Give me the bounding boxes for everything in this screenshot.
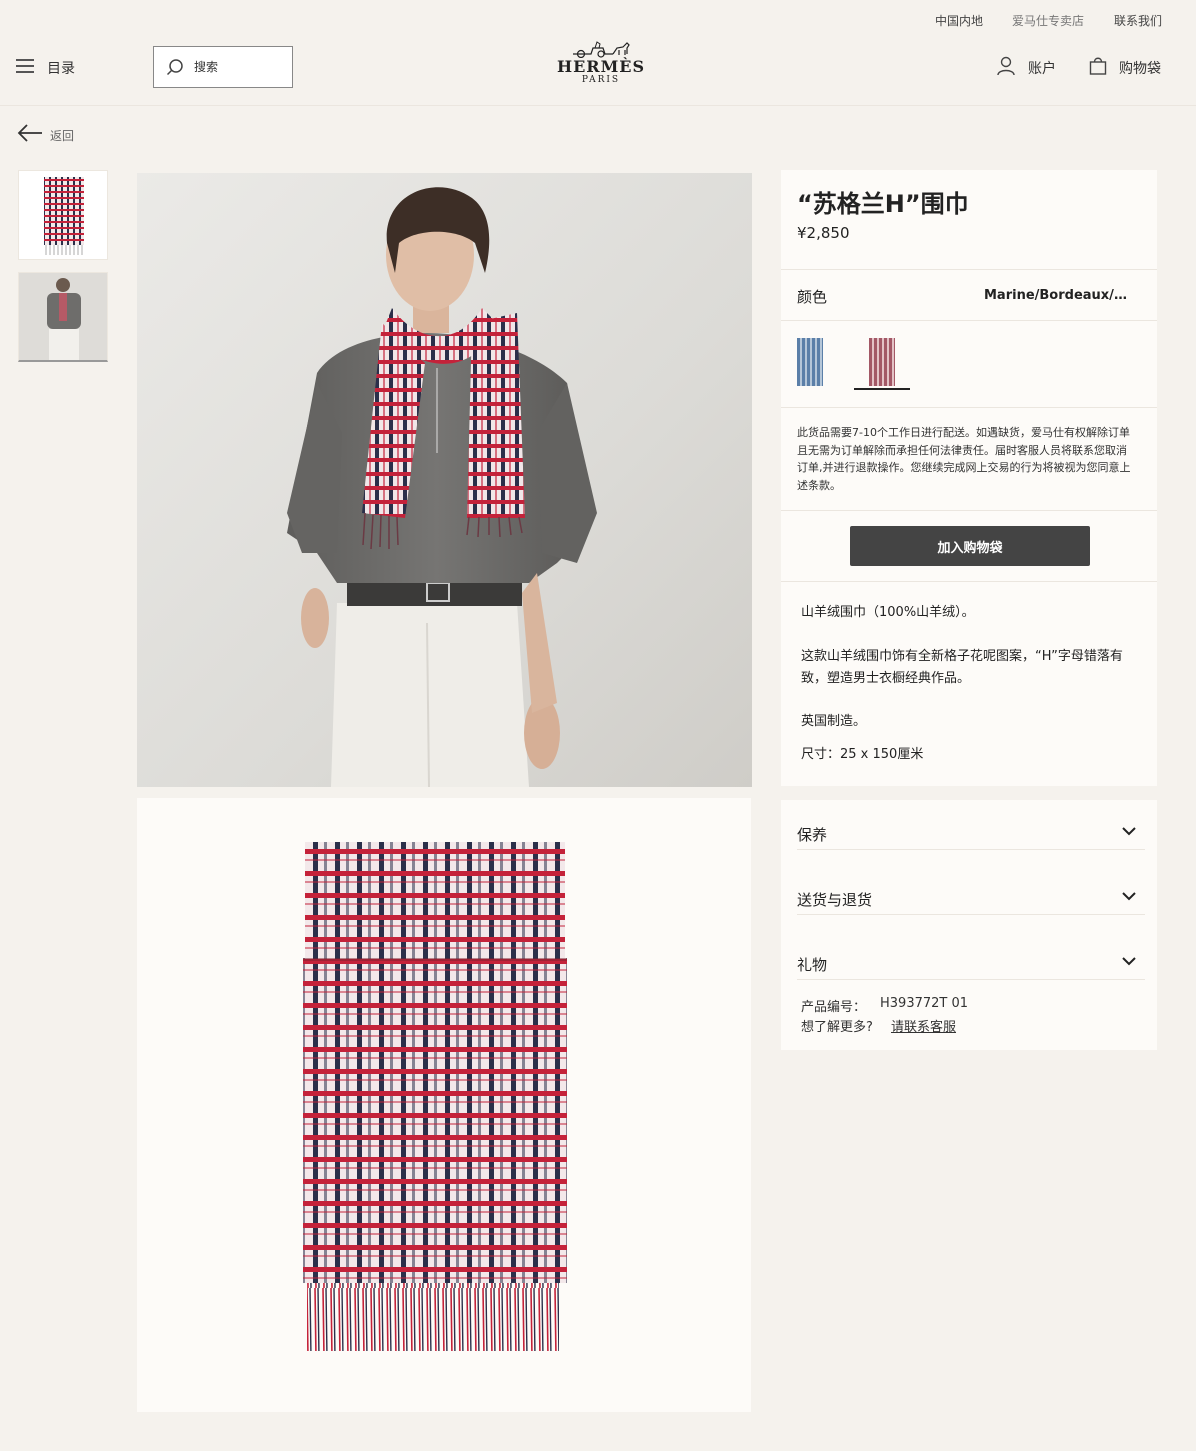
search-box[interactable] [153, 46, 293, 88]
description-origin: 英国制造。 [801, 714, 867, 729]
sku-label: 产品编号： [801, 1000, 867, 1015]
contact-link[interactable]: 联系我们 [1114, 12, 1162, 29]
color-label: 颜色 [797, 288, 828, 306]
brand-name: HERMÈS [556, 57, 646, 76]
hermes-logo[interactable]: HERMÈS PARIS [556, 40, 646, 92]
color-swatch-red[interactable] [869, 338, 895, 386]
back-label[interactable]: 返回 [50, 127, 74, 144]
chevron-down-icon [1122, 892, 1136, 901]
shopping-bag-icon[interactable] [1089, 56, 1107, 76]
search-input[interactable] [194, 47, 288, 87]
carriage-logo-icon [573, 41, 630, 58]
cart-label[interactable]: 购物袋 [1119, 58, 1161, 78]
sku-value: H393772T 01 [880, 996, 969, 1011]
account-icon[interactable] [996, 56, 1016, 76]
search-icon [166, 59, 183, 76]
divider [781, 510, 1157, 511]
selected-swatch-indicator [854, 388, 910, 390]
accordion-label: 礼物 [797, 956, 828, 974]
divider [781, 269, 1157, 270]
accordion-shipping[interactable]: 送货与退货 [797, 865, 1145, 915]
product-price: ¥2,850 [797, 224, 850, 242]
menu-label[interactable]: 目录 [47, 58, 75, 78]
stores-link[interactable]: 爱马仕专卖店 [1012, 12, 1084, 29]
account-label[interactable]: 账户 [1028, 58, 1056, 78]
delivery-notice: 此货品需要7-10个工作日进行配送。如遇缺货，爱马仕有权解除订单且无需为订单解除… [797, 426, 1131, 492]
accordion-care[interactable]: 保养 [797, 800, 1145, 850]
accordion-label: 送货与退货 [797, 891, 873, 909]
more-info-label: 想了解更多? [801, 1020, 873, 1035]
add-to-bag-button[interactable]: 加入购物袋 [850, 526, 1090, 566]
description-size: 尺寸：25 x 150厘米 [801, 747, 924, 762]
thumbnail-model[interactable] [18, 272, 108, 362]
hamburger-icon[interactable] [16, 59, 34, 73]
color-swatch-blue[interactable] [797, 338, 823, 386]
site-header: 目录 HERMÈS PARIS 账户 购物袋 [0, 28, 1196, 106]
thumbnail-scarf-flat[interactable] [18, 170, 108, 260]
details-accordion: 保养 送货与退货 礼物 产品编号： H393772T 01 想了解更多? 请联系… [781, 800, 1157, 1050]
back-arrow-icon[interactable] [16, 122, 44, 144]
product-photo-model[interactable] [137, 173, 752, 787]
color-value: Marine/Bordeaux/Gr... [984, 288, 1129, 303]
product-title: “苏格兰H”围巾 [797, 190, 969, 218]
divider [781, 407, 1157, 408]
contact-support-link[interactable]: 请联系客服 [891, 1016, 956, 1035]
description-material: 山羊绒围巾（100%山羊绒）。 [801, 605, 975, 620]
accordion-gift[interactable]: 礼物 [797, 930, 1145, 980]
description-detail: 这款山羊绒围巾饰有全新格子花呢图案，“H”字母错落有致，塑造男士衣橱经典作品。 [801, 649, 1123, 686]
product-photo-flat[interactable] [137, 798, 751, 1412]
divider [781, 320, 1157, 321]
product-info-panel: “苏格兰H”围巾 ¥2,850 颜色 Marine/Bordeaux/Gr...… [781, 170, 1157, 786]
chevron-down-icon [1122, 957, 1136, 966]
region-link[interactable]: 中国内地 [935, 12, 983, 29]
chevron-down-icon [1122, 827, 1136, 836]
accordion-label: 保养 [797, 826, 828, 844]
brand-subtitle: PARIS [581, 75, 621, 85]
divider [781, 581, 1157, 582]
